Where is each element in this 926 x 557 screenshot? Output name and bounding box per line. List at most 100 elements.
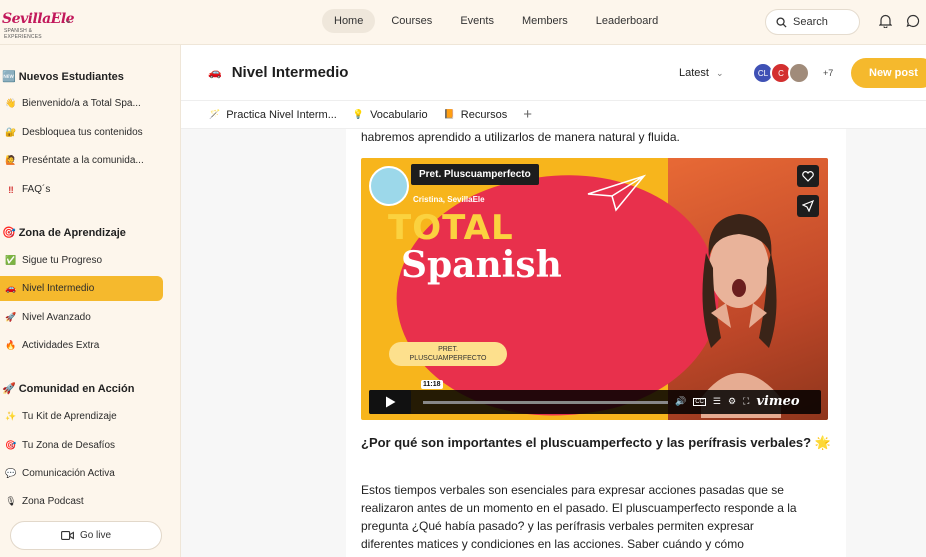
- avatar-photo[interactable]: [788, 62, 810, 84]
- section-title: Comunidad en Acción: [18, 382, 135, 395]
- nav-events[interactable]: Events: [448, 9, 506, 33]
- more-members-count[interactable]: +7: [823, 68, 833, 78]
- video-player[interactable]: Pret. Pluscuamperfecto Cristina, Sevilla…: [361, 158, 828, 420]
- brand-logo[interactable]: SevillaEle SPANISH & EXPERIENCES: [2, 8, 75, 40]
- tab-label: Practica Nivel Interm...: [226, 108, 337, 121]
- logo-subtitle: SPANISH & EXPERIENCES: [4, 28, 42, 40]
- chevron-down-icon: ⌄: [716, 68, 724, 78]
- search-button[interactable]: Search: [765, 9, 860, 35]
- lightbulb-icon: 💡: [352, 109, 365, 119]
- sidebar-item-desafios[interactable]: 🎯 Tu Zona de Desafíos: [0, 433, 163, 458]
- tab-practica[interactable]: 🪄 Practica Nivel Interm...: [209, 109, 337, 121]
- sort-dropdown[interactable]: Latest ⌄: [679, 67, 724, 79]
- nav-courses[interactable]: Courses: [379, 9, 444, 33]
- sidebar-item-podcast[interactable]: 🎙 Zona Podcast: [0, 489, 163, 514]
- pill-line-1: PRET.: [438, 346, 458, 353]
- tab-vocabulario[interactable]: 💡 Vocabulario: [353, 109, 428, 121]
- sidebar-item-faqs[interactable]: ‼ FAQ´s: [0, 177, 163, 202]
- sidebar-item-label: Nivel Intermedio: [22, 283, 95, 294]
- target-icon: 🎯: [5, 440, 17, 450]
- sparkles-icon: ✨: [5, 411, 17, 421]
- book-icon: 📙: [443, 109, 455, 119]
- main-nav: Home Courses Events Members Leaderboard: [322, 9, 670, 33]
- post-heading: ¿Por qué son importantes el pluscuamperf…: [361, 435, 831, 450]
- magic-wand-icon: 🪄: [209, 109, 221, 119]
- progress-track[interactable]: [423, 401, 668, 404]
- video-camera-icon: [60, 531, 74, 540]
- go-live-button[interactable]: Go live: [10, 521, 162, 550]
- sidebar-item-desbloquea[interactable]: 🔐 Desbloquea tus contenidos: [0, 120, 163, 145]
- video-controls: 11:18 🔊 CC ☰ ⚙ ⛶ vimeo: [369, 380, 821, 414]
- wave-icon: 👋: [5, 98, 17, 108]
- video-channel-name: Cristina, SevillaEle: [413, 195, 485, 204]
- video-duration: 11:18: [421, 380, 443, 389]
- new-icon: 🆕: [2, 71, 16, 83]
- sidebar: 🆕 Nuevos Estudiantes 👋 Bienvenido/a a Tot…: [0, 45, 181, 557]
- sidebar-item-comunicacion[interactable]: 💬 Comunicación Activa: [0, 461, 163, 486]
- car-icon: 🚗: [5, 283, 17, 293]
- nav-leaderboard[interactable]: Leaderboard: [584, 9, 670, 33]
- rocket-icon: 🚀: [5, 312, 17, 322]
- post-body-line: Estos tiempos verbales son esenciales pa…: [361, 483, 784, 497]
- tab-recursos[interactable]: 📙 Recursos: [444, 109, 508, 121]
- sidebar-item-label: FAQ´s: [22, 184, 51, 195]
- sidebar-item-intermedio[interactable]: 🚗 Nivel Intermedio: [0, 276, 163, 301]
- new-post-button[interactable]: New post: [851, 58, 926, 88]
- sidebar-item-label: Nivel Avanzado: [22, 312, 91, 323]
- chevron-down-icon[interactable]: ⌄: [64, 15, 72, 26]
- microphone-icon: 🎙: [5, 496, 17, 506]
- sidebar-item-label: Bienvenido/a a Total Spa...: [22, 98, 141, 109]
- vimeo-logo[interactable]: vimeo: [756, 394, 799, 409]
- exclamation-icon: ‼: [8, 184, 14, 195]
- volume-icon[interactable]: 🔊: [675, 396, 686, 407]
- sidebar-item-label: Zona Podcast: [22, 496, 84, 507]
- presenter-image: [701, 214, 781, 418]
- space-tabs: 🪄 Practica Nivel Interm... 💡 Vocabulario 📙…: [181, 101, 926, 129]
- fullscreen-icon[interactable]: ⛶: [743, 396, 749, 407]
- sidebar-item-label: Preséntate a la comunida...: [22, 155, 144, 166]
- car-icon: 🚗: [208, 67, 222, 79]
- chat-icon[interactable]: [906, 14, 920, 33]
- sidebar-item-label: Tu Kit de Aprendizaje: [22, 411, 117, 422]
- share-button[interactable]: [797, 195, 819, 217]
- sidebar-item-label: Actividades Extra: [22, 340, 100, 351]
- sidebar-item-bienvenido[interactable]: 👋 Bienvenido/a a Total Spa...: [0, 91, 163, 116]
- post-lead-text: habremos aprendido a utilizarlos de mane…: [361, 130, 680, 144]
- sidebar-item-avanzado[interactable]: 🚀 Nivel Avanzado: [0, 305, 163, 330]
- sidebar-item-progreso[interactable]: ✅ Sigue tu Progreso: [0, 248, 163, 273]
- fire-icon: 🔥: [5, 340, 17, 350]
- sidebar-item-label: Comunicación Activa: [22, 468, 115, 479]
- lock-icon: 🔐: [5, 127, 17, 137]
- add-tab-icon[interactable]: +: [523, 106, 532, 123]
- nav-home[interactable]: Home: [322, 9, 376, 33]
- check-icon: ✅: [5, 255, 17, 265]
- transcript-icon[interactable]: ☰: [713, 396, 721, 407]
- gear-icon[interactable]: ⚙: [728, 396, 736, 407]
- section-title: Zona de Aprendizaje: [18, 226, 126, 239]
- sidebar-item-presentate[interactable]: 🙋 Preséntate a la comunida...: [0, 148, 163, 173]
- sidebar-section-aprendizaje[interactable]: 🎯 Zona de Aprendizaje: [2, 226, 126, 240]
- sort-label: Latest: [679, 67, 709, 79]
- post-body-line: pregunta ¿Qué había pasado? y las perífr…: [361, 519, 754, 533]
- channel-avatar[interactable]: [369, 166, 409, 206]
- like-button[interactable]: [797, 165, 819, 187]
- nav-members[interactable]: Members: [510, 9, 580, 33]
- bell-icon[interactable]: [878, 14, 893, 33]
- play-button[interactable]: [369, 390, 411, 414]
- sidebar-section-comunidad[interactable]: 🚀 Comunidad en Acción: [2, 382, 135, 396]
- sidebar-section-nuevos[interactable]: 🆕 Nuevos Estudiantes: [2, 70, 124, 84]
- target-icon: 🎯: [2, 227, 16, 239]
- search-icon: [776, 16, 787, 28]
- search-label: Search: [793, 16, 828, 28]
- video-title[interactable]: Pret. Pluscuamperfecto: [411, 164, 539, 185]
- tab-label: Vocabulario: [370, 108, 428, 121]
- member-avatars[interactable]: CL C: [752, 62, 810, 84]
- post-body-line: realizaron antes de un momento en el pas…: [361, 501, 797, 515]
- raised-hand-icon: 🙋: [5, 155, 17, 165]
- sidebar-item-actividades[interactable]: 🔥 Actividades Extra: [0, 333, 163, 358]
- thumbnail-pill: PRET. PLUSCUAMPERFECTO: [389, 342, 507, 366]
- sidebar-item-kit[interactable]: ✨ Tu Kit de Aprendizaje: [0, 404, 163, 429]
- top-bar: SevillaEle SPANISH & EXPERIENCES ⌄ Home …: [0, 0, 926, 45]
- space-header: 🚗 Nivel Intermedio Latest ⌄ CL C +7 New …: [181, 45, 926, 101]
- captions-icon[interactable]: CC: [693, 397, 706, 406]
